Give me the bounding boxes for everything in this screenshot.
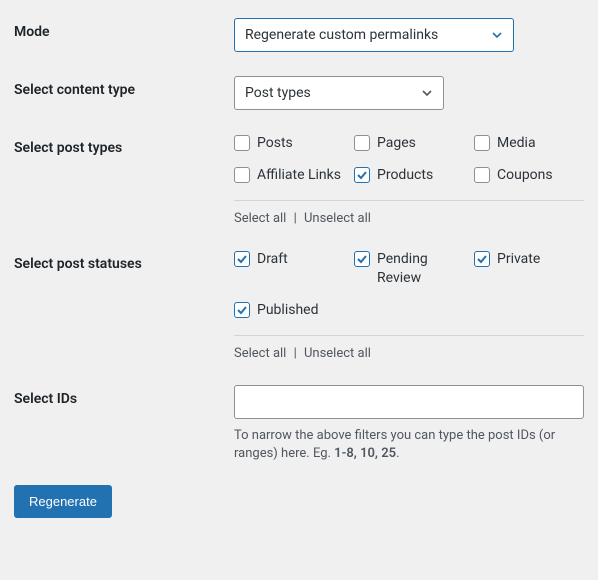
mode-label: Mode	[14, 18, 234, 40]
checkbox-box[interactable]	[354, 167, 370, 183]
checkbox-box[interactable]	[234, 135, 250, 151]
separator: |	[290, 211, 300, 226]
checkbox-label: Private	[497, 250, 540, 268]
content-type-select[interactable]: Post types	[234, 76, 444, 110]
checkbox-label: Affiliate Links	[257, 166, 341, 184]
post-types-select-all[interactable]: Select all	[234, 211, 286, 226]
checkbox-box[interactable]	[234, 302, 250, 318]
checkbox-box[interactable]	[474, 167, 490, 183]
checkbox-label: Coupons	[497, 166, 553, 184]
ids-input[interactable]	[234, 385, 584, 419]
chevron-down-icon	[421, 87, 433, 99]
checkbox-box[interactable]	[234, 167, 250, 183]
post-types-checkbox[interactable]: Media	[474, 134, 584, 152]
separator: |	[290, 346, 300, 361]
checkbox-box[interactable]	[234, 251, 250, 267]
regenerate-button[interactable]: Regenerate	[14, 485, 112, 518]
post-statuses-select-all[interactable]: Select all	[234, 346, 286, 361]
post-statuses-checkbox[interactable]: Draft	[234, 250, 344, 286]
checkbox-label: Published	[257, 301, 318, 319]
post-statuses-unselect-all[interactable]: Unselect all	[304, 346, 371, 361]
post-types-checkbox[interactable]: Posts	[234, 134, 344, 152]
content-type-label: Select content type	[14, 76, 234, 98]
ids-label: Select IDs	[14, 385, 234, 407]
post-types-checkbox[interactable]: Products	[354, 166, 464, 184]
chevron-down-icon	[491, 29, 503, 41]
post-types-checkbox[interactable]: Coupons	[474, 166, 584, 184]
post-types-label: Select post types	[14, 134, 234, 156]
content-type-select-value: Post types	[245, 85, 311, 101]
post-statuses-checkbox[interactable]: Pending Review	[354, 250, 464, 286]
checkbox-label: Pages	[377, 134, 416, 152]
checkbox-label: Media	[497, 134, 536, 152]
post-statuses-checkbox[interactable]: Published	[234, 301, 344, 319]
checkbox-box[interactable]	[354, 251, 370, 267]
ids-help-text: To narrow the above filters you can type…	[234, 427, 584, 463]
checkbox-box[interactable]	[474, 251, 490, 267]
checkbox-label: Pending Review	[377, 250, 464, 286]
checkbox-label: Products	[377, 166, 433, 184]
post-statuses-checkbox[interactable]: Private	[474, 250, 584, 286]
divider	[234, 335, 584, 336]
post-types-checkbox[interactable]: Affiliate Links	[234, 166, 344, 184]
post-types-unselect-all[interactable]: Unselect all	[304, 211, 371, 226]
divider	[234, 200, 584, 201]
checkbox-label: Posts	[257, 134, 293, 152]
checkbox-label: Draft	[257, 250, 288, 268]
post-statuses-label: Select post statuses	[14, 250, 234, 272]
mode-select-value: Regenerate custom permalinks	[245, 27, 438, 43]
checkbox-box[interactable]	[474, 135, 490, 151]
post-types-checkbox[interactable]: Pages	[354, 134, 464, 152]
mode-select[interactable]: Regenerate custom permalinks	[234, 18, 514, 52]
checkbox-box[interactable]	[354, 135, 370, 151]
